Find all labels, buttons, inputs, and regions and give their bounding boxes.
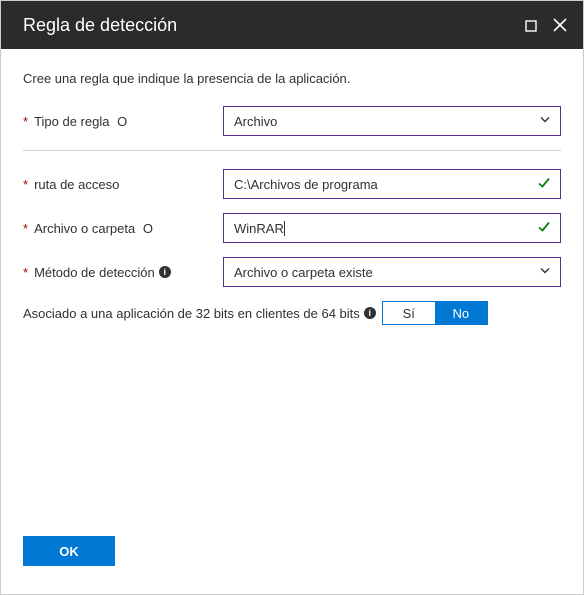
text-cursor [284, 221, 285, 236]
required-marker: * [23, 177, 28, 192]
rule-type-label-text: Tipo de regla [34, 114, 109, 129]
label-path: * ruta de acceso [23, 177, 223, 192]
toggle-no[interactable]: No [435, 302, 487, 324]
toggle-label: Asociado a una aplicación de 32 bits en … [23, 306, 376, 321]
dialog-content: Cree una regla que indique la presencia … [1, 49, 583, 325]
detection-method-select[interactable]: Archivo o carpeta existe [223, 257, 561, 287]
file-or-folder-input[interactable]: WinRAR [223, 213, 561, 243]
divider [23, 150, 561, 151]
dialog-footer: OK [23, 536, 115, 566]
rule-type-field[interactable]: Archivo [223, 106, 561, 136]
required-marker: * [23, 221, 28, 236]
instruction-text: Cree una regla que indique la presencia … [23, 71, 561, 86]
path-label-text: ruta de acceso [34, 177, 119, 192]
header-controls [525, 18, 567, 32]
path-input[interactable]: C:\Archivos de programa [223, 169, 561, 199]
rule-type-value: Archivo [234, 114, 277, 129]
detection-method-field[interactable]: Archivo o carpeta existe [223, 257, 561, 287]
label-file-or-folder: * Archivo o carpeta O [23, 221, 223, 236]
dialog-title: Regla de detección [23, 15, 525, 36]
yes-no-toggle[interactable]: Sí No [382, 301, 488, 325]
file-or-folder-suffix: O [139, 221, 153, 236]
toggle-label-text: Asociado a una aplicación de 32 bits en … [23, 306, 360, 321]
file-or-folder-label-text: Archivo o carpeta [34, 221, 135, 236]
info-icon[interactable]: i [364, 307, 376, 319]
file-or-folder-value: WinRAR [234, 221, 284, 236]
rule-type-suffix: O [113, 114, 127, 129]
label-detection-method: * Método de detección i [23, 265, 223, 280]
toggle-yes[interactable]: Sí [383, 302, 435, 324]
dialog-header: Regla de detección [1, 1, 583, 49]
row-detection-method: * Método de detección i Archivo o carpet… [23, 257, 561, 287]
detection-method-label-text: Método de detección [34, 265, 155, 280]
file-or-folder-field[interactable]: WinRAR [223, 213, 561, 243]
required-marker: * [23, 265, 28, 280]
row-rule-type: * Tipo de regla O Archivo [23, 106, 561, 136]
required-marker: * [23, 114, 28, 129]
row-file-or-folder: * Archivo o carpeta O WinRAR [23, 213, 561, 243]
close-icon[interactable] [553, 18, 567, 32]
path-value: C:\Archivos de programa [234, 177, 378, 192]
row-32bit-association: Asociado a una aplicación de 32 bits en … [23, 301, 561, 325]
restore-icon[interactable] [525, 18, 539, 32]
path-field[interactable]: C:\Archivos de programa [223, 169, 561, 199]
ok-button[interactable]: OK [23, 536, 115, 566]
row-path: * ruta de acceso C:\Archivos de programa [23, 169, 561, 199]
info-icon[interactable]: i [159, 266, 171, 278]
rule-type-select[interactable]: Archivo [223, 106, 561, 136]
detection-method-value: Archivo o carpeta existe [234, 265, 373, 280]
label-rule-type: * Tipo de regla O [23, 114, 223, 129]
